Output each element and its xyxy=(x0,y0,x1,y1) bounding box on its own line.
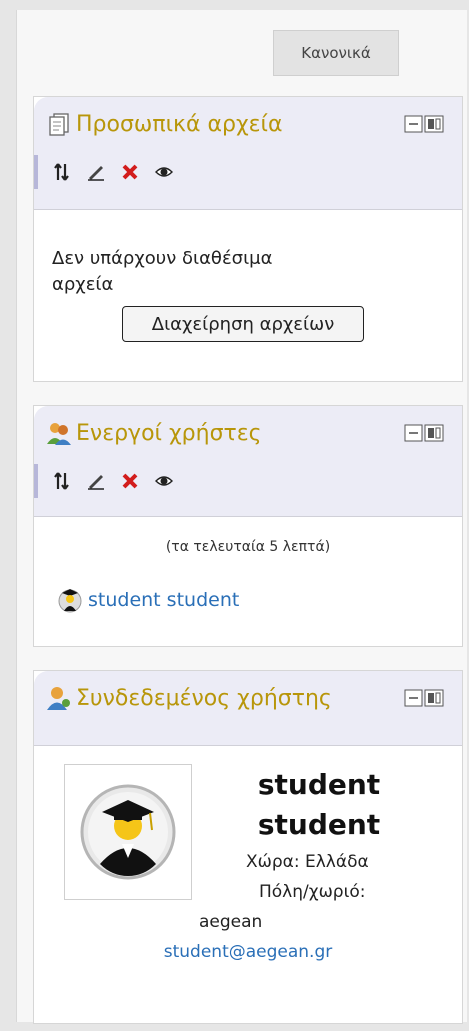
online-user-link[interactable]: student student xyxy=(88,589,239,611)
user-avatar-icon xyxy=(58,589,82,613)
dock-collapse-icon[interactable] xyxy=(404,689,444,707)
block-header: Συνδεδεμένος χρήστης xyxy=(34,671,462,746)
edit-icon[interactable] xyxy=(86,162,106,182)
avatar[interactable] xyxy=(64,764,192,900)
block-header: Ενεργοί χρήστες xyxy=(34,406,462,517)
user-city-value: aegean xyxy=(199,912,263,932)
block-title: Ενεργοί χρήστες xyxy=(46,420,262,446)
block-header: Προσωπικά αρχεία xyxy=(34,97,462,210)
online-users-block: Ενεργοί χρήστες (τα τελευταία 5 λεπτά) s… xyxy=(33,405,463,647)
edit-icon[interactable] xyxy=(86,471,106,491)
online-period-note: (τα τελευταία 5 λεπτά) xyxy=(165,539,331,555)
user-country: Χώρα: Ελλάδα xyxy=(246,852,369,872)
logged-in-user-block: Συνδεδεμένος χρήστης student student Χώρ… xyxy=(33,670,463,1024)
dock-collapse-icon[interactable] xyxy=(404,424,444,442)
user-city-label: Πόλη/χωριό: xyxy=(259,882,366,902)
graduate-avatar-icon xyxy=(80,784,176,880)
side-column: Κανονικά Προσωπικά αρχεία Δεν υπάρχουν δ… xyxy=(16,10,467,1024)
user-last-name: student xyxy=(257,808,381,841)
block-title: Συνδεδεμένος χρήστης xyxy=(46,685,332,711)
block-toolbar xyxy=(34,464,462,498)
files-icon xyxy=(49,113,69,136)
dock-collapse-icon[interactable] xyxy=(404,115,444,133)
move-icon[interactable] xyxy=(52,162,72,182)
delete-icon[interactable] xyxy=(120,162,140,182)
no-files-line2: αρχεία xyxy=(52,274,114,295)
normal-view-button[interactable]: Κανονικά xyxy=(273,30,399,76)
user-first-name: student xyxy=(257,768,381,801)
block-title: Προσωπικά αρχεία xyxy=(46,111,283,137)
user-icon xyxy=(47,687,70,710)
user-email-link[interactable]: student@aegean.gr xyxy=(34,942,462,962)
no-files-message: Δεν υπάρχουν διαθέσιμα αρχεία xyxy=(52,246,352,298)
users-icon xyxy=(47,423,71,445)
block-toolbar xyxy=(34,155,462,189)
list-item[interactable]: student student xyxy=(58,587,239,613)
personal-files-block: Προσωπικά αρχεία Δεν υπάρχουν διαθέσιμα … xyxy=(33,96,463,382)
move-icon[interactable] xyxy=(52,471,72,491)
manage-files-button[interactable]: Διαχείρηση αρχείων xyxy=(122,306,364,342)
hide-icon[interactable] xyxy=(154,162,174,182)
block-title-text: Ενεργοί χρήστες xyxy=(76,420,262,446)
no-files-line1: Δεν υπάρχουν διαθέσιμα xyxy=(52,248,273,269)
block-title-text: Προσωπικά αρχεία xyxy=(76,111,283,137)
delete-icon[interactable] xyxy=(120,471,140,491)
block-title-text: Συνδεδεμένος χρήστης xyxy=(76,685,332,711)
hide-icon[interactable] xyxy=(154,471,174,491)
